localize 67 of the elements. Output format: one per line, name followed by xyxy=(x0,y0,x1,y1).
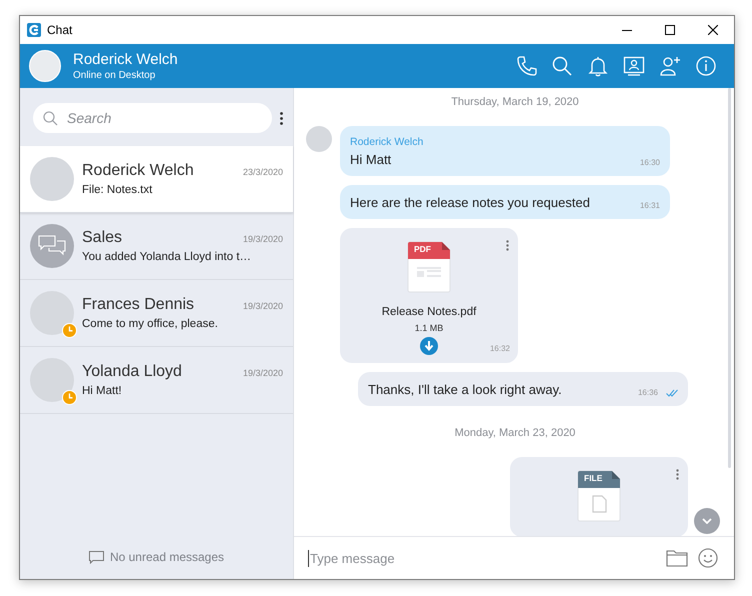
message-preview: Hi Matt! xyxy=(82,385,123,397)
attach-file-button[interactable] xyxy=(666,549,688,567)
speech-bubble-icon xyxy=(88,550,104,564)
conversation-name: Yolanda Lloyd xyxy=(82,363,183,381)
message-text: Hi Matt xyxy=(350,152,392,167)
search-icon xyxy=(551,55,573,77)
message-time: 16:31 xyxy=(640,201,660,210)
conversation-date: 23/3/2020 xyxy=(242,167,283,177)
contact-name: Roderick Welch xyxy=(73,50,179,68)
message-text: Thanks, I'll take a look right away. xyxy=(368,382,563,397)
file-type-label: PDF xyxy=(414,244,431,254)
scroll-down-button[interactable] xyxy=(694,508,720,534)
no-unread-label: No unread messages xyxy=(110,550,224,564)
conversation-item[interactable]: Roderick Welch 23/3/2020 File: Notes.txt xyxy=(20,146,293,213)
file-type-label: FILE xyxy=(584,473,602,483)
message-time: 16:36 xyxy=(638,388,658,397)
conversation-date: 19/3/2020 xyxy=(242,234,283,244)
kebab-menu-icon xyxy=(280,112,283,124)
message-text: Here are the release notes you requested xyxy=(350,195,591,210)
message-preview: You added Yolanda Lloyd into t… xyxy=(82,251,252,263)
date-separator: Thursday, March 19, 2020 xyxy=(450,96,579,108)
contact-status: Online on Desktop xyxy=(73,68,156,82)
scrollbar[interactable] xyxy=(728,88,731,468)
document-icon xyxy=(577,470,621,522)
info-icon xyxy=(695,55,717,77)
conversation-item[interactable]: Yolanda Lloyd 19/3/2020 Hi Matt! xyxy=(20,347,293,414)
maximize-icon xyxy=(664,25,674,35)
conversation-item[interactable]: Frances Dennis 19/3/2020 Come to my office, please. xyxy=(20,280,293,347)
conversation-name: Frances Dennis xyxy=(82,296,196,314)
app-logo-icon xyxy=(27,23,41,37)
file-attachment[interactable]: FILE xyxy=(510,457,688,536)
smiley-icon xyxy=(698,548,718,568)
conversation-item[interactable]: Sales 19/3/2020 You added Yolanda Lloyd into t… xyxy=(20,213,293,280)
search-field[interactable]: Search xyxy=(33,103,272,133)
close-icon xyxy=(708,25,718,35)
kebab-menu-icon[interactable] xyxy=(676,469,679,480)
file-size: 1.1 MB xyxy=(414,323,444,333)
document-icon xyxy=(407,241,451,293)
chat-bubbles-icon xyxy=(38,234,66,258)
sender-name: Roderick Welch xyxy=(350,136,424,148)
conversation-name: Sales xyxy=(82,229,124,247)
chevron-down-icon xyxy=(702,518,712,524)
phone-icon xyxy=(515,55,537,77)
bell-icon xyxy=(587,55,609,77)
conversation-date: 19/3/2020 xyxy=(242,301,283,311)
avatar xyxy=(30,358,74,402)
message-time: 16:30 xyxy=(640,158,660,167)
add-user-icon xyxy=(659,55,681,77)
file-attachment[interactable]: PDF Release Notes.pdf 1.1 MB 16:32 xyxy=(340,228,518,363)
avatar xyxy=(29,50,61,82)
date-separator: Monday, March 23, 2020 xyxy=(454,427,576,439)
file-name: Release Notes.pdf xyxy=(382,306,476,318)
avatar xyxy=(30,157,74,201)
avatar xyxy=(30,291,74,335)
search-icon xyxy=(43,111,58,126)
download-icon[interactable] xyxy=(420,337,438,355)
folder-icon xyxy=(666,549,688,567)
avatar xyxy=(306,126,332,152)
kebab-menu-icon[interactable] xyxy=(506,240,509,251)
contact-card-icon xyxy=(623,55,645,77)
conversation-name: Roderick Welch xyxy=(82,162,195,180)
message-preview: File: Notes.txt xyxy=(82,184,154,196)
window-title: Chat xyxy=(47,23,74,37)
conversation-date: 19/3/2020 xyxy=(242,368,283,378)
emoji-button[interactable] xyxy=(698,548,718,568)
message-preview: Come to my office, please. xyxy=(82,318,219,330)
message-time: 16:32 xyxy=(490,344,510,353)
